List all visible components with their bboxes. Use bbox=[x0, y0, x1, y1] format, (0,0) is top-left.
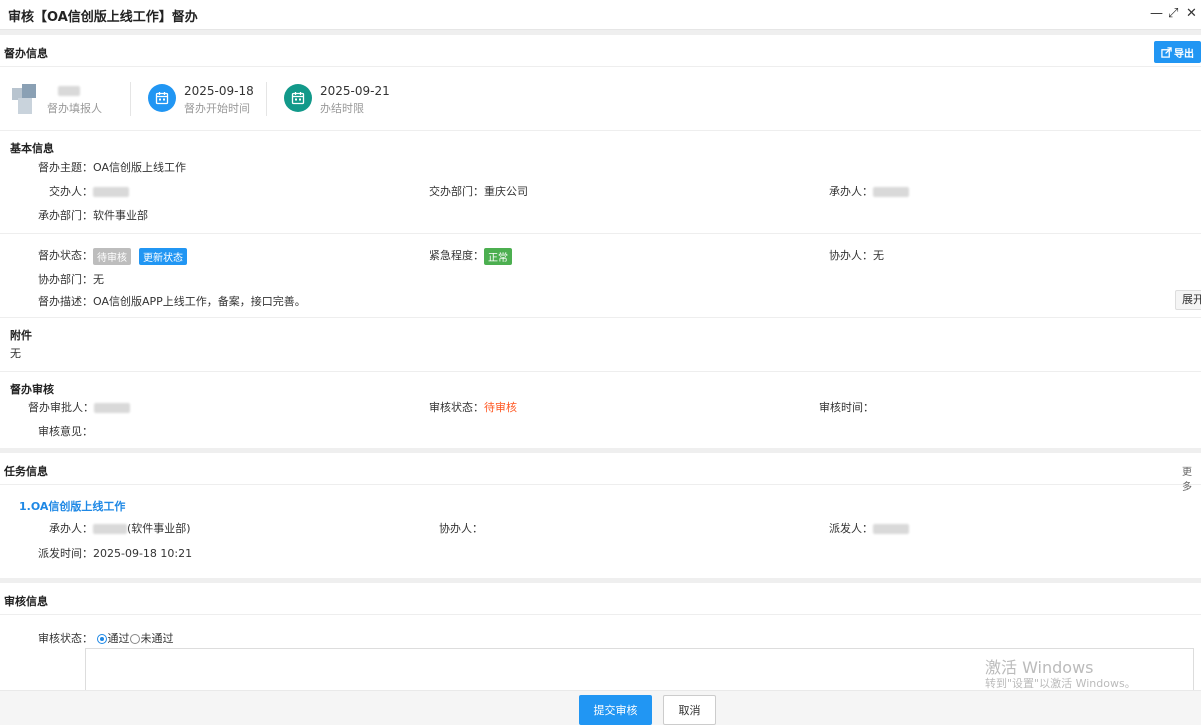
audit-status-field: 审核状态：待审核 bbox=[429, 399, 517, 415]
handler-field: 承办人： bbox=[829, 183, 909, 199]
divider bbox=[0, 371, 1201, 372]
assigner-field: 交办人： bbox=[49, 183, 129, 199]
divider bbox=[0, 317, 1201, 318]
audit-opinion-field: 审核意见： bbox=[38, 423, 93, 439]
field-value: 软件事业部 bbox=[93, 209, 148, 222]
cancel-button[interactable]: 取消 bbox=[663, 695, 716, 725]
task-handler-field: 承办人： (软件事业部) bbox=[49, 520, 191, 536]
export-label: 导出 bbox=[1174, 48, 1194, 60]
field-label: 督办主题： bbox=[38, 161, 93, 174]
audit-status-value: 待审核 bbox=[484, 401, 517, 414]
activation-watermark-hint: 转到"设置"以激活 Windows。 bbox=[985, 677, 1136, 690]
expand-button[interactable]: 展开 bbox=[1175, 290, 1201, 310]
field-value: 2025-09-18 10:21 bbox=[93, 547, 193, 560]
field-label: 交办部门： bbox=[429, 185, 484, 198]
task-dispatcher-field: 派发人： bbox=[829, 520, 909, 536]
field-label: 协办部门： bbox=[38, 273, 93, 286]
filler-name-redacted bbox=[58, 86, 80, 96]
divider bbox=[266, 82, 267, 116]
filler-label: 督办填报人 bbox=[47, 102, 102, 115]
attachment-value: 无 bbox=[10, 347, 21, 360]
fail-label[interactable]: 未通过 bbox=[141, 632, 174, 645]
end-date-label: 办结时限 bbox=[320, 102, 364, 115]
avatar bbox=[12, 84, 42, 114]
start-date-label: 督办开始时间 bbox=[184, 102, 250, 115]
handler-redacted bbox=[873, 187, 909, 197]
field-value: 无 bbox=[873, 249, 884, 262]
pass-radio[interactable] bbox=[96, 634, 107, 644]
audit-time-field: 审核时间： bbox=[819, 399, 874, 415]
assistant-field: 协办人：无 bbox=[829, 247, 884, 263]
field-value: OA信创版上线工作 bbox=[93, 161, 186, 174]
approver-field: 督办审批人： bbox=[28, 399, 130, 415]
more-link[interactable]: 更多 bbox=[1182, 463, 1201, 493]
calendar-icon bbox=[148, 84, 176, 112]
task-section-header: 任务信息 bbox=[0, 453, 1201, 485]
attachment-title: 附件 bbox=[10, 329, 32, 342]
review-status-field: 审核状态： 通过 未通过 bbox=[38, 630, 174, 646]
dispatcher-redacted bbox=[873, 524, 909, 534]
field-label: 审核意见： bbox=[38, 425, 93, 438]
urgency-badge: 正常 bbox=[484, 247, 512, 265]
topic-field: 督办主题：OA信创版上线工作 bbox=[38, 159, 186, 175]
export-icon bbox=[1161, 46, 1172, 58]
divider bbox=[130, 82, 131, 116]
section-title: 督办信息 bbox=[4, 47, 48, 60]
field-label: 督办状态： bbox=[38, 249, 93, 262]
field-label: 协办人： bbox=[439, 522, 483, 535]
handler-dept-field: 承办部门：软件事业部 bbox=[38, 207, 148, 223]
field-label: 派发人： bbox=[829, 522, 873, 535]
field-value: 重庆公司 bbox=[484, 185, 528, 198]
status-badge: 待审核 bbox=[93, 247, 131, 265]
field-label: 协办人： bbox=[829, 249, 873, 262]
field-label: 交办人： bbox=[49, 185, 93, 198]
export-button[interactable]: 导出 bbox=[1154, 41, 1201, 63]
field-label: 审核时间： bbox=[819, 401, 874, 414]
field-value: OA信创版APP上线工作，备案，接口完善。 bbox=[93, 295, 306, 308]
approver-redacted bbox=[94, 403, 130, 413]
assign-dept-field: 交办部门：重庆公司 bbox=[429, 183, 528, 199]
task-handler-redacted bbox=[93, 524, 127, 534]
field-label: 督办审批人： bbox=[28, 401, 94, 414]
review-section-header: 审核信息 bbox=[0, 583, 1201, 615]
close-icon[interactable]: ✕ bbox=[1186, 6, 1197, 22]
field-label: 承办人： bbox=[829, 185, 873, 198]
divider bbox=[0, 130, 1201, 131]
status-field: 督办状态： 待审核 更新状态 bbox=[38, 247, 187, 265]
section-title: 审核信息 bbox=[4, 595, 48, 608]
update-status-button[interactable]: 更新状态 bbox=[139, 247, 187, 265]
section-title: 任务信息 bbox=[4, 465, 48, 478]
basic-info-title: 基本信息 bbox=[10, 142, 54, 155]
description-field: 督办描述：OA信创版APP上线工作，备案，接口完善。 bbox=[38, 293, 306, 309]
window-title: 审核【OA信创版上线工作】督办 bbox=[8, 10, 198, 25]
task-assistant-field: 协办人： bbox=[439, 520, 483, 536]
field-label: 审核状态： bbox=[38, 632, 93, 645]
urgency-field: 紧急程度： 正常 bbox=[429, 247, 512, 265]
divider bbox=[0, 233, 1201, 234]
field-label: 承办人： bbox=[49, 522, 93, 535]
minimize-icon[interactable]: — bbox=[1150, 6, 1163, 22]
assist-dept-field: 协办部门：无 bbox=[38, 271, 104, 287]
assigner-redacted bbox=[93, 187, 129, 197]
task-item-title[interactable]: 1.OA信创版上线工作 bbox=[19, 498, 125, 514]
field-label: 紧急程度： bbox=[429, 249, 484, 262]
field-label: 派发时间： bbox=[38, 547, 93, 560]
supervise-section-header: 督办信息 导出 bbox=[0, 35, 1201, 67]
audit-title: 督办审核 bbox=[10, 383, 54, 396]
dispatch-time-field: 派发时间：2025-09-18 10:21 bbox=[38, 545, 192, 561]
field-label: 督办描述： bbox=[38, 295, 93, 308]
start-date: 2025-09-18 bbox=[184, 84, 254, 98]
fail-radio[interactable] bbox=[129, 634, 140, 644]
window-titlebar: 审核【OA信创版上线工作】督办 — ⤢ ✕ bbox=[0, 0, 1201, 30]
pass-label[interactable]: 通过 bbox=[108, 632, 130, 645]
field-value: (软件事业部) bbox=[127, 522, 191, 535]
end-date: 2025-09-21 bbox=[320, 84, 390, 98]
field-label: 承办部门： bbox=[38, 209, 93, 222]
field-label: 审核状态： bbox=[429, 401, 484, 414]
calendar-icon bbox=[284, 84, 312, 112]
maximize-icon[interactable]: ⤢ bbox=[1168, 6, 1178, 22]
field-value: 无 bbox=[93, 273, 104, 286]
submit-review-button[interactable]: 提交审核 bbox=[579, 695, 652, 725]
